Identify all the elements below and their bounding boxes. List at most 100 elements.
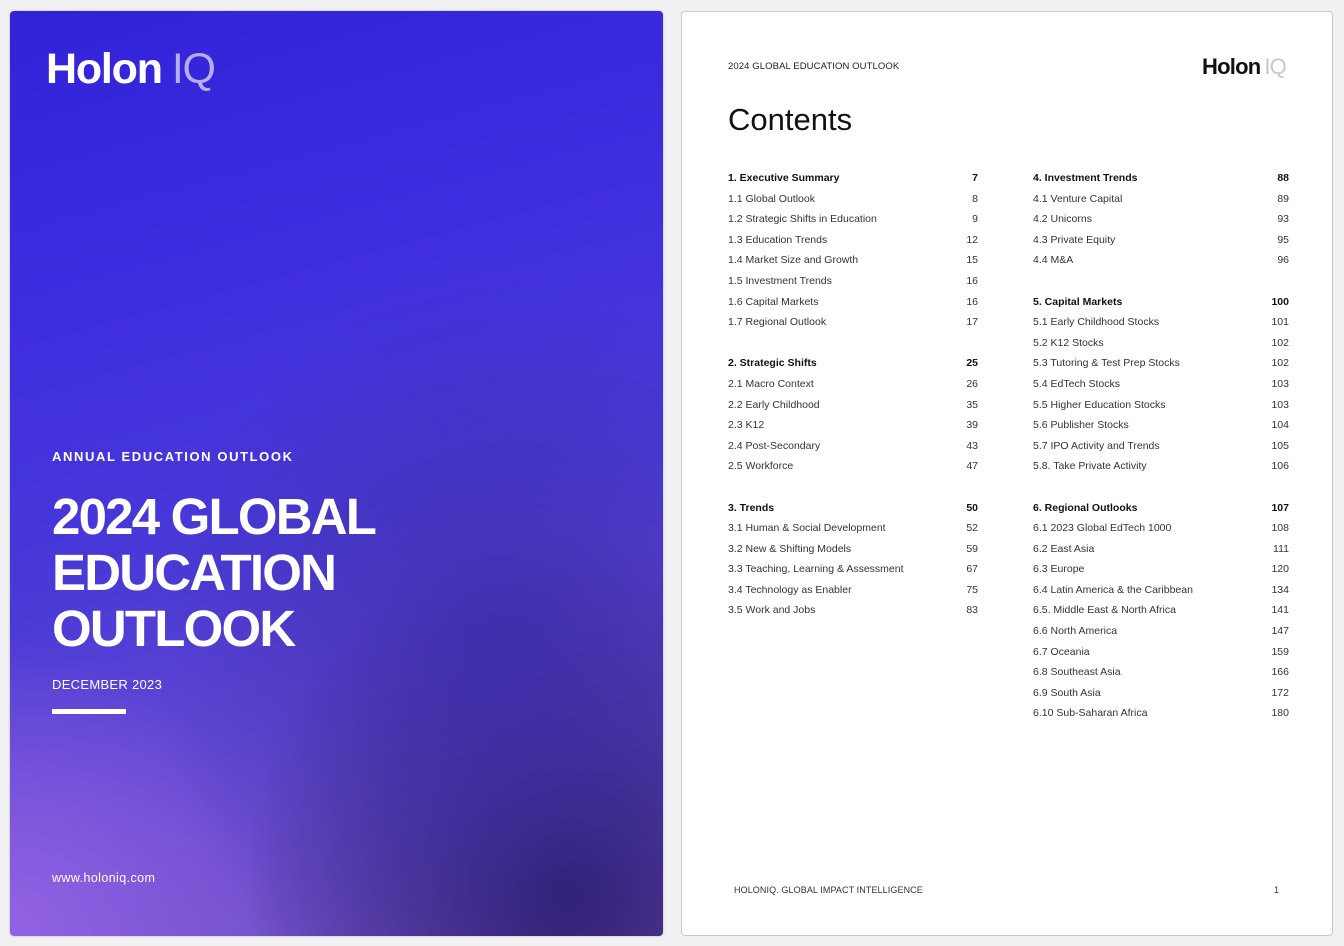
toc-entry-label: 3.5 Work and Jobs xyxy=(728,604,816,617)
toc-entry-page: 89 xyxy=(1277,192,1289,205)
toc-entry-label: 6.2 East Asia xyxy=(1033,542,1095,555)
toc-entry-page: 103 xyxy=(1271,377,1289,390)
toc-entry[interactable]: 5.8. Take Private Activity 106 xyxy=(1033,456,1289,477)
toc-entry[interactable]: 1.1 Global Outlook 8 xyxy=(728,189,978,210)
toc-entry[interactable]: 5.6 Publisher Stocks 104 xyxy=(1033,415,1289,436)
toc-entry-label: 5.3 Tutoring & Test Prep Stocks xyxy=(1033,357,1180,370)
toc-entry[interactable]: 3.5 Work and Jobs 83 xyxy=(728,600,978,621)
toc-entry-label: 6.7 Oceania xyxy=(1033,645,1090,658)
toc-entry[interactable]: 5.5 Higher Education Stocks 103 xyxy=(1033,395,1289,416)
toc-entry[interactable]: 2.3 K12 39 xyxy=(728,415,978,436)
toc-entry[interactable]: 3.3 Teaching, Learning & Assessment 67 xyxy=(728,559,978,580)
toc-entry-label: 6.3 Europe xyxy=(1033,563,1085,576)
toc-entry[interactable]: 2.5 Workforce 47 xyxy=(728,456,978,477)
toc-entry-page: 8 xyxy=(972,192,978,205)
toc-entry-label: 5.7 IPO Activity and Trends xyxy=(1033,439,1160,452)
contents-page: 2024 GLOBAL EDUCATION OUTLOOK Holon IQ Co… xyxy=(681,11,1333,936)
page-footer: HOLONIQ. GLOBAL IMPACT INTELLIGENCE xyxy=(734,885,923,895)
toc-entry-label: 2.1 Macro Context xyxy=(728,377,814,390)
toc-entry-page: 104 xyxy=(1271,419,1289,432)
toc-entry-page: 166 xyxy=(1271,666,1289,679)
toc-entry-label: 6.5. Middle East & North Africa xyxy=(1033,604,1176,617)
toc-entry-page: 15 xyxy=(966,254,978,267)
toc-entry-page: 50 xyxy=(966,501,978,514)
toc-entry-label: 6.6 North America xyxy=(1033,625,1118,638)
toc-entry-label: 5.1 Early Childhood Stocks xyxy=(1033,316,1160,329)
toc-entry-page: 147 xyxy=(1271,625,1289,638)
toc-entry[interactable]: 5.4 EdTech Stocks 103 xyxy=(1033,374,1289,395)
toc-entry[interactable]: 4.2 Unicorns 93 xyxy=(1033,209,1289,230)
toc-entry-page: 16 xyxy=(966,274,978,287)
toc-entry[interactable]: 6.1 2023 Global EdTech 1000 108 xyxy=(1033,518,1289,539)
toc-entry[interactable]: 1.3 Education Trends 12 xyxy=(728,230,978,251)
toc-entry[interactable]: 2.4 Post-Secondary 43 xyxy=(728,436,978,457)
toc-entry[interactable]: 1.4 Market Size and Growth 15 xyxy=(728,250,978,271)
toc-section-heading[interactable]: 4. Investment Trends 88 xyxy=(1033,168,1289,189)
toc-spacer xyxy=(1033,477,1289,498)
toc-entry[interactable]: 3.4 Technology as Enabler 75 xyxy=(728,580,978,601)
toc-entry-page: 52 xyxy=(966,522,978,535)
toc-entry-page: 39 xyxy=(966,419,978,432)
toc-column-right: 4. Investment Trends 88 4.1 Venture Capita… xyxy=(1033,168,1289,724)
toc-entry[interactable]: 6.7 Oceania 159 xyxy=(1033,642,1289,663)
toc-entry[interactable]: 4.4 M&A 96 xyxy=(1033,250,1289,271)
toc-entry[interactable]: 3.1 Human & Social Development 52 xyxy=(728,518,978,539)
toc-entry[interactable]: 4.1 Venture Capital 89 xyxy=(1033,189,1289,210)
toc-entry-label: 5. Capital Markets xyxy=(1033,295,1123,308)
toc-section-heading[interactable]: 3. Trends 50 xyxy=(728,498,978,519)
toc-section-heading[interactable]: 5. Capital Markets 100 xyxy=(1033,292,1289,313)
toc-entry[interactable]: 6.8 Southeast Asia 166 xyxy=(1033,662,1289,683)
toc-entry-label: 2.2 Early Childhood xyxy=(728,398,820,411)
toc-entry[interactable]: 5.1 Early Childhood Stocks 101 xyxy=(1033,312,1289,333)
toc-entry-page: 120 xyxy=(1271,563,1289,576)
toc-entry-label: 3.3 Teaching, Learning & Assessment xyxy=(728,563,904,576)
page-number: 1 xyxy=(1273,885,1279,895)
toc-entry[interactable]: 2.2 Early Childhood 35 xyxy=(728,395,978,416)
toc-entry-label: 1. Executive Summary xyxy=(728,172,840,184)
toc-entry-label: 2.3 K12 xyxy=(728,419,765,432)
toc-entry-page: 12 xyxy=(966,233,978,246)
toc-entry-page: 43 xyxy=(966,439,978,452)
toc-entry-page: 96 xyxy=(1277,254,1289,267)
toc-section-heading[interactable]: 2. Strategic Shifts 25 xyxy=(728,353,978,374)
toc-section-heading[interactable]: 1. Executive Summary 7 xyxy=(728,168,978,189)
toc-entry[interactable]: 6.2 East Asia 111 xyxy=(1033,539,1289,560)
toc-entry[interactable]: 1.5 Investment Trends 16 xyxy=(728,271,978,292)
toc-entry[interactable]: 3.2 New & Shifting Models 59 xyxy=(728,539,978,560)
toc-entry-page: 103 xyxy=(1271,398,1289,411)
toc-entry-label: 6. Regional Outlooks xyxy=(1033,501,1138,514)
toc-entry-page: 101 xyxy=(1271,316,1289,329)
cover-website-link[interactable]: www.holoniq.com xyxy=(52,871,155,885)
toc-entry-label: 1.7 Regional Outlook xyxy=(728,316,827,329)
toc-entry[interactable]: 4.3 Private Equity 95 xyxy=(1033,230,1289,251)
toc-entry[interactable]: 1.2 Strategic Shifts in Education 9 xyxy=(728,209,978,230)
toc-entry-label: 4.2 Unicorns xyxy=(1033,213,1092,226)
toc-entry-page: 9 xyxy=(972,213,978,226)
toc-entry-page: 35 xyxy=(966,398,978,411)
toc-section-heading[interactable]: 6. Regional Outlooks 107 xyxy=(1033,498,1289,519)
toc-entry[interactable]: 2.1 Macro Context 26 xyxy=(728,374,978,395)
toc-entry[interactable]: 6.5. Middle East & North Africa 141 xyxy=(1033,600,1289,621)
cover-divider xyxy=(52,709,126,714)
toc-entry-label: 3.4 Technology as Enabler xyxy=(728,583,852,596)
toc-entry[interactable]: 5.7 IPO Activity and Trends 105 xyxy=(1033,436,1289,457)
toc-entry-label: 6.8 Southeast Asia xyxy=(1033,666,1121,679)
toc-entry-label: 6.9 South Asia xyxy=(1033,686,1101,699)
toc-entry[interactable]: 6.4 Latin America & the Caribbean 134 xyxy=(1033,580,1289,601)
cover-logo-iq: IQ xyxy=(171,45,216,93)
toc-entry[interactable]: 1.7 Regional Outlook 17 xyxy=(728,312,978,333)
toc-entry-label: 2.4 Post-Secondary xyxy=(728,439,821,452)
toc-entry[interactable]: 1.6 Capital Markets 16 xyxy=(728,292,978,313)
toc-entry[interactable]: 6.6 North America 147 xyxy=(1033,621,1289,642)
toc-entry-page: 95 xyxy=(1277,233,1289,246)
cover-title-line-2: EDUCATION xyxy=(52,544,337,601)
toc-entry[interactable]: 5.3 Tutoring & Test Prep Stocks 102 xyxy=(1033,353,1289,374)
toc-entry[interactable]: 5.2 K12 Stocks 102 xyxy=(1033,333,1289,354)
toc-entry-label: 4.4 M&A xyxy=(1033,254,1074,267)
toc-entry[interactable]: 6.10 Sub-Saharan Africa 180 xyxy=(1033,703,1289,724)
toc-entry-label: 5.5 Higher Education Stocks xyxy=(1033,398,1166,411)
toc-entry[interactable]: 6.3 Europe 120 xyxy=(1033,559,1289,580)
toc-entry[interactable]: 6.9 South Asia 172 xyxy=(1033,683,1289,704)
toc-entry-label: 6.10 Sub-Saharan Africa xyxy=(1033,707,1148,720)
toc-entry-label: 5.6 Publisher Stocks xyxy=(1033,419,1129,432)
